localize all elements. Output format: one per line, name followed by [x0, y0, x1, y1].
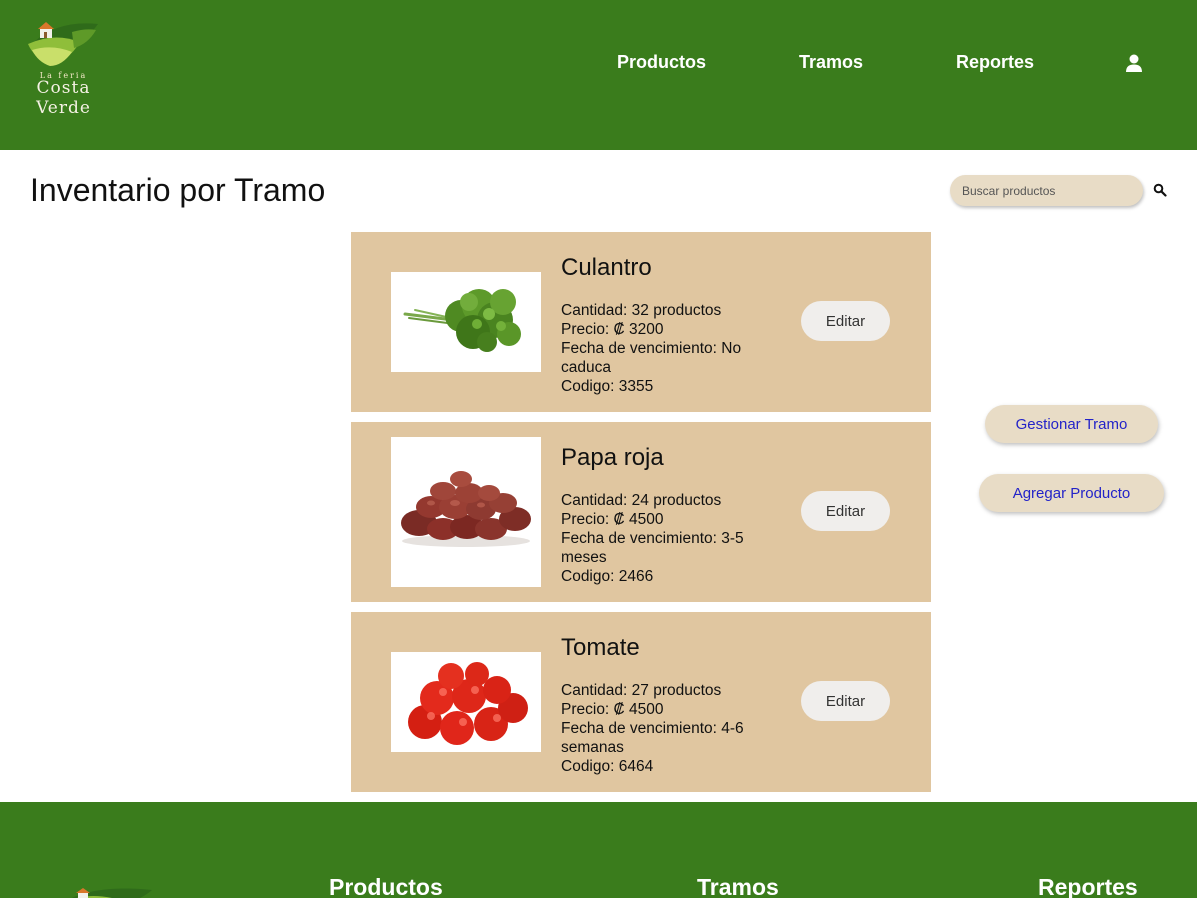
- product-image-papa-roja: [391, 437, 541, 587]
- nav-tramos[interactable]: Tramos: [799, 52, 863, 73]
- product-image-culantro: [391, 272, 541, 372]
- page-title: Inventario por Tramo: [30, 172, 326, 208]
- footer-products-link[interactable]: Productos: [329, 874, 443, 898]
- header: La feria Costa Verde Productos Tramos Re…: [0, 0, 1197, 150]
- product-name: Culantro: [561, 254, 652, 281]
- product-expiration: Fecha de vencimiento: 3-5 meses: [561, 530, 744, 566]
- logo-brand: Costa Verde: [36, 78, 91, 118]
- product-quantity: Cantidad: 27 productos: [561, 682, 722, 699]
- search-input[interactable]: [950, 175, 1143, 206]
- product-quantity: Cantidad: 24 productos: [561, 492, 722, 509]
- nav-products[interactable]: Productos: [617, 52, 706, 73]
- product-expiration: Fecha de vencimiento: 4-6 semanas: [561, 720, 744, 756]
- product-quantity: Cantidad: 32 productos: [561, 302, 722, 319]
- product-image-tomate: [391, 652, 541, 752]
- add-product-button[interactable]: Agregar Producto: [979, 474, 1164, 512]
- product-code: Codigo: 3355: [561, 378, 654, 395]
- cilantro-image: [403, 289, 521, 352]
- product-card: Culantro Cantidad: 32 productos Precio: …: [351, 232, 931, 412]
- search-icon[interactable]: [1153, 183, 1167, 197]
- product-info: Cantidad: 24 productos Precio: ₡ 4500 Fe…: [561, 491, 786, 586]
- product-code: Codigo: 6464: [561, 758, 654, 775]
- product-code: Codigo: 2466: [561, 568, 654, 585]
- product-card: Papa roja Cantidad: 24 productos Precio:…: [351, 422, 931, 602]
- product-price: Precio: ₡ 4500: [561, 701, 664, 718]
- farm-hills-logo-icon: [28, 22, 98, 66]
- product-price: Precio: ₡ 4500: [561, 511, 664, 528]
- footer-reportes-link[interactable]: Reportes: [1038, 874, 1138, 898]
- footer-logo-icon: [71, 888, 152, 898]
- product-price: Precio: ₡ 3200: [561, 321, 664, 338]
- product-info: Cantidad: 27 productos Precio: ₡ 4500 Fe…: [561, 681, 786, 776]
- logo[interactable]: La feria Costa Verde: [6, 22, 121, 118]
- footer: Productos Tramos Reportes: [0, 802, 1197, 898]
- edit-button[interactable]: Editar: [801, 301, 890, 341]
- product-expiration: Fecha de vencimiento: No caduca: [561, 340, 742, 376]
- nav-reportes[interactable]: Reportes: [956, 52, 1034, 73]
- manage-tramo-button[interactable]: Gestionar Tramo: [985, 405, 1158, 443]
- edit-button[interactable]: Editar: [801, 491, 890, 531]
- tomatoes-image: [408, 662, 528, 745]
- potatoes-image: [401, 471, 531, 547]
- footer-tramos-link[interactable]: Tramos: [697, 874, 779, 898]
- product-card: Tomate Cantidad: 27 productos Precio: ₡ …: [351, 612, 931, 792]
- product-info: Cantidad: 32 productos Precio: ₡ 3200 Fe…: [561, 301, 786, 396]
- product-name: Tomate: [561, 634, 640, 661]
- product-name: Papa roja: [561, 444, 664, 471]
- edit-button[interactable]: Editar: [801, 681, 890, 721]
- user-icon[interactable]: [1124, 53, 1144, 73]
